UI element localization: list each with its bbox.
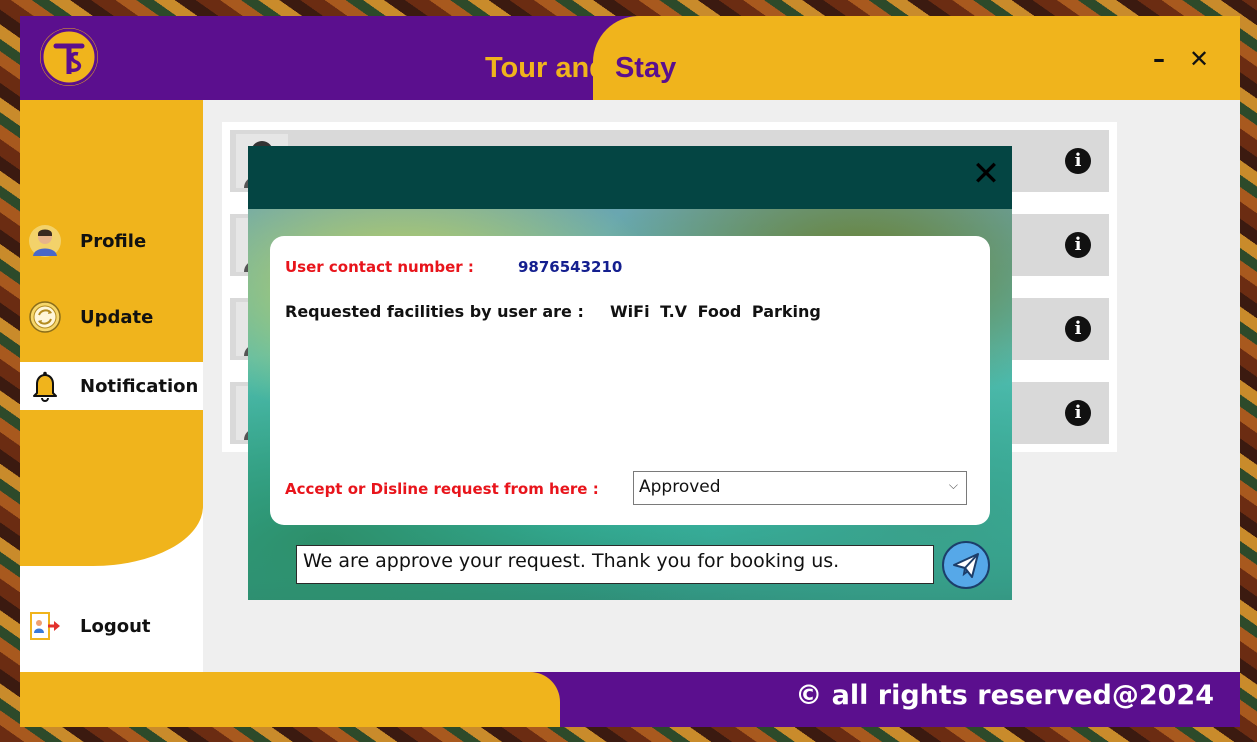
ts-logo-icon <box>40 28 98 86</box>
sidebar-item-label: Update <box>80 306 154 328</box>
status-dropdown-value: Approved <box>639 477 721 497</box>
title-bar-accent <box>593 16 1240 100</box>
app-title-part1: Tour and <box>485 52 607 84</box>
footer: © all rights reserved@2024 <box>20 672 1240 727</box>
close-window-button[interactable]: ✕ <box>1184 44 1214 74</box>
copyright-text: © all rights reserved@2024 <box>795 680 1214 711</box>
dialog-header <box>248 146 1012 209</box>
info-icon[interactable]: i <box>1065 400 1091 426</box>
reply-message-input[interactable]: We are approve your request. Thank you f… <box>296 545 934 584</box>
contact-number-value: 9876543210 <box>518 258 623 276</box>
bell-icon <box>28 369 62 403</box>
send-paper-plane-icon <box>953 553 979 578</box>
request-details-dialog: ✕ User contact number : 9876543210 Reque… <box>248 146 1012 600</box>
status-dropdown[interactable]: Approved ⌵ <box>633 471 967 505</box>
title-bar: Tour and Stay – ✕ <box>20 16 1240 100</box>
footer-accent <box>20 672 560 727</box>
info-icon[interactable]: i <box>1065 232 1091 258</box>
sidebar-item-logout[interactable]: Logout <box>20 603 203 649</box>
chevron-down-icon: ⌵ <box>948 478 958 492</box>
info-icon[interactable]: i <box>1065 148 1091 174</box>
sidebar-item-update[interactable]: Update <box>20 294 203 340</box>
app-title: Tour and Stay <box>485 52 676 92</box>
accept-decline-label: Accept or Disline request from here : <box>285 480 599 498</box>
info-icon[interactable]: i <box>1065 316 1091 342</box>
sidebar-item-label: Profile <box>80 230 147 252</box>
user-avatar-icon <box>28 224 62 258</box>
facilities-value: WiFi T.V Food Parking <box>610 302 821 321</box>
app-title-part2: Stay <box>614 52 677 84</box>
close-dialog-button[interactable]: ✕ <box>970 156 1002 192</box>
send-button[interactable] <box>942 541 990 589</box>
app-window: Tour and Stay – ✕ Profile Update Notific… <box>20 16 1240 727</box>
sidebar-item-profile[interactable]: Profile <box>20 218 203 264</box>
request-details-card: User contact number : 9876543210 Request… <box>270 236 990 525</box>
sidebar-item-label: Logout <box>80 615 151 637</box>
contact-number-label: User contact number : <box>285 258 474 276</box>
sidebar-item-notification[interactable]: Notification <box>20 362 203 410</box>
minimize-button[interactable]: – <box>1144 44 1174 74</box>
facilities-label: Requested facilities by user are : <box>285 302 584 321</box>
refresh-icon <box>28 300 62 334</box>
logout-icon <box>28 609 62 643</box>
sidebar: Profile Update Notification Logout <box>20 100 203 672</box>
sidebar-item-label: Notification <box>80 375 199 397</box>
